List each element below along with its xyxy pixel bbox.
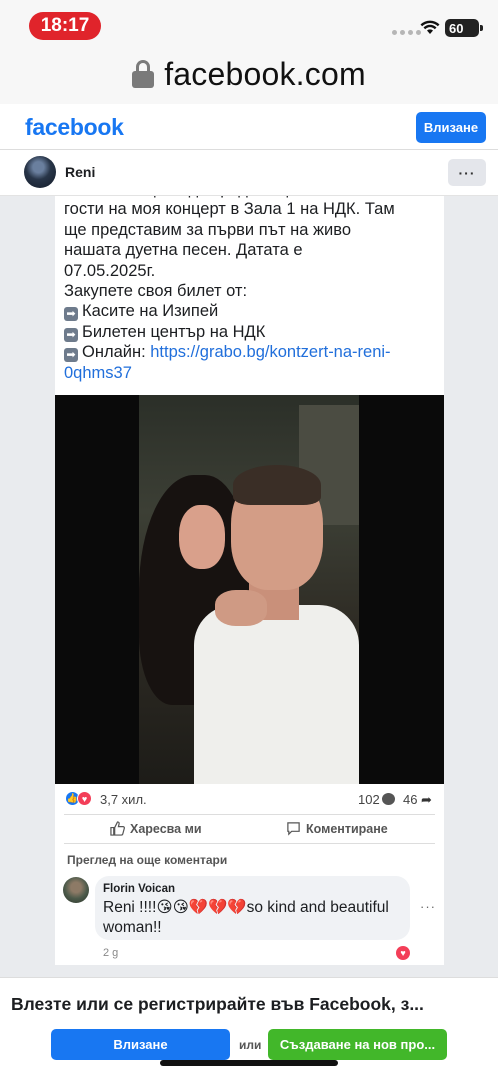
or-label: или bbox=[239, 1038, 262, 1052]
login-button[interactable]: Влизане bbox=[51, 1029, 230, 1060]
reaction-icons: 👍 ♥ bbox=[65, 791, 92, 806]
post-line: гости на моя концерт в Зала 1 на НДК. Та… bbox=[64, 200, 395, 219]
video-player[interactable] bbox=[55, 395, 444, 784]
ticket-link[interactable]: https://grabo.bg/kontzert-na-reni- bbox=[150, 343, 390, 361]
post-text: Tinй Янко ще бъде сред специалните гости… bbox=[64, 180, 439, 383]
post-line: ще представим за първи път на живо bbox=[64, 220, 352, 239]
comment-bubble-icon bbox=[286, 821, 301, 836]
list-item: ➡ Касите на Изипей bbox=[64, 301, 439, 322]
view-more-comments[interactable]: Преглед на още коментари bbox=[67, 853, 227, 867]
create-account-button[interactable]: Създаване на нов про... bbox=[268, 1029, 447, 1060]
avatar[interactable] bbox=[63, 877, 89, 903]
like-button[interactable]: Харесва ми bbox=[110, 821, 202, 836]
like-label: Харесва ми bbox=[130, 821, 202, 836]
more-options-button[interactable]: ··· bbox=[448, 159, 486, 186]
battery-level: 60 bbox=[449, 20, 464, 36]
reaction-count: 3,7 хил. bbox=[100, 792, 147, 807]
facebook-logo[interactable]: facebook bbox=[25, 114, 124, 141]
login-prompt: Влезте или се регистрирайте във Facebook… bbox=[0, 977, 498, 1080]
video-frame bbox=[139, 395, 359, 784]
post-card: Tinй Янко ще бъде сред специалните гости… bbox=[55, 150, 444, 965]
comment-text: Reni !!!!😘😘💔💔💔so kind and beautiful woma… bbox=[103, 899, 389, 936]
list-item: ➡ Онлайн: https://grabo.bg/kontzert-na-re… bbox=[64, 342, 439, 363]
page-header: Reni ··· bbox=[0, 150, 498, 196]
comment-options-button[interactable]: ··· bbox=[420, 899, 436, 914]
share-icon: ➦ bbox=[421, 792, 432, 807]
site-header: facebook Влизане bbox=[0, 104, 498, 150]
login-button[interactable]: Влизане bbox=[416, 112, 486, 143]
comment-bubble: Florin Voican Reni !!!!😘😘💔💔💔so kind and … bbox=[95, 876, 410, 940]
comment-count[interactable]: 102 bbox=[358, 792, 380, 807]
post-actions: Харесва ми Коментиране bbox=[64, 814, 435, 844]
page-name[interactable]: Reni bbox=[65, 164, 95, 180]
comment-icon bbox=[382, 793, 395, 805]
share-count[interactable]: 46 bbox=[403, 792, 417, 807]
comment-label: Коментиране bbox=[306, 821, 388, 836]
right-arrow-icon: ➡ bbox=[64, 348, 78, 363]
love-reaction-icon: ♥ bbox=[77, 791, 92, 806]
avatar[interactable] bbox=[24, 156, 56, 188]
cellular-signal-icon bbox=[392, 30, 421, 35]
ticket-link-continued[interactable]: 0qhms37 bbox=[64, 364, 132, 382]
wifi-icon bbox=[420, 20, 440, 34]
list-item: 0qhms37 bbox=[64, 363, 439, 383]
lock-icon bbox=[132, 60, 155, 88]
post-line: 07.05.2025г. bbox=[64, 261, 156, 280]
address-bar[interactable]: facebook.com bbox=[0, 44, 498, 104]
right-arrow-icon: ➡ bbox=[64, 327, 78, 342]
login-prompt-text: Влезте или се регистрирайте във Facebook… bbox=[11, 994, 424, 1014]
url-text[interactable]: facebook.com bbox=[164, 56, 366, 93]
comment-timestamp[interactable]: 2 g bbox=[103, 947, 118, 959]
love-reaction-icon: ♥ bbox=[396, 946, 410, 960]
comment-author[interactable]: Florin Voican bbox=[103, 883, 402, 895]
reactions-summary[interactable]: 👍 ♥ 3,7 хил. 102 46 ➦ bbox=[55, 784, 444, 814]
list-item: ➡ Билетен център на НДК bbox=[64, 322, 439, 342]
home-indicator[interactable] bbox=[160, 1060, 338, 1066]
post-line: Закупете своя билет от: bbox=[64, 282, 248, 301]
post-line: нашата дуетна песен. Датата е bbox=[64, 241, 303, 260]
battery-icon: 60 bbox=[445, 19, 483, 37]
status-time: 18:17 bbox=[29, 12, 101, 40]
thumbs-up-icon bbox=[110, 821, 125, 836]
status-bar: 18:17 60 bbox=[0, 0, 498, 44]
right-arrow-icon: ➡ bbox=[64, 307, 78, 322]
comment-button[interactable]: Коментиране bbox=[286, 821, 388, 836]
